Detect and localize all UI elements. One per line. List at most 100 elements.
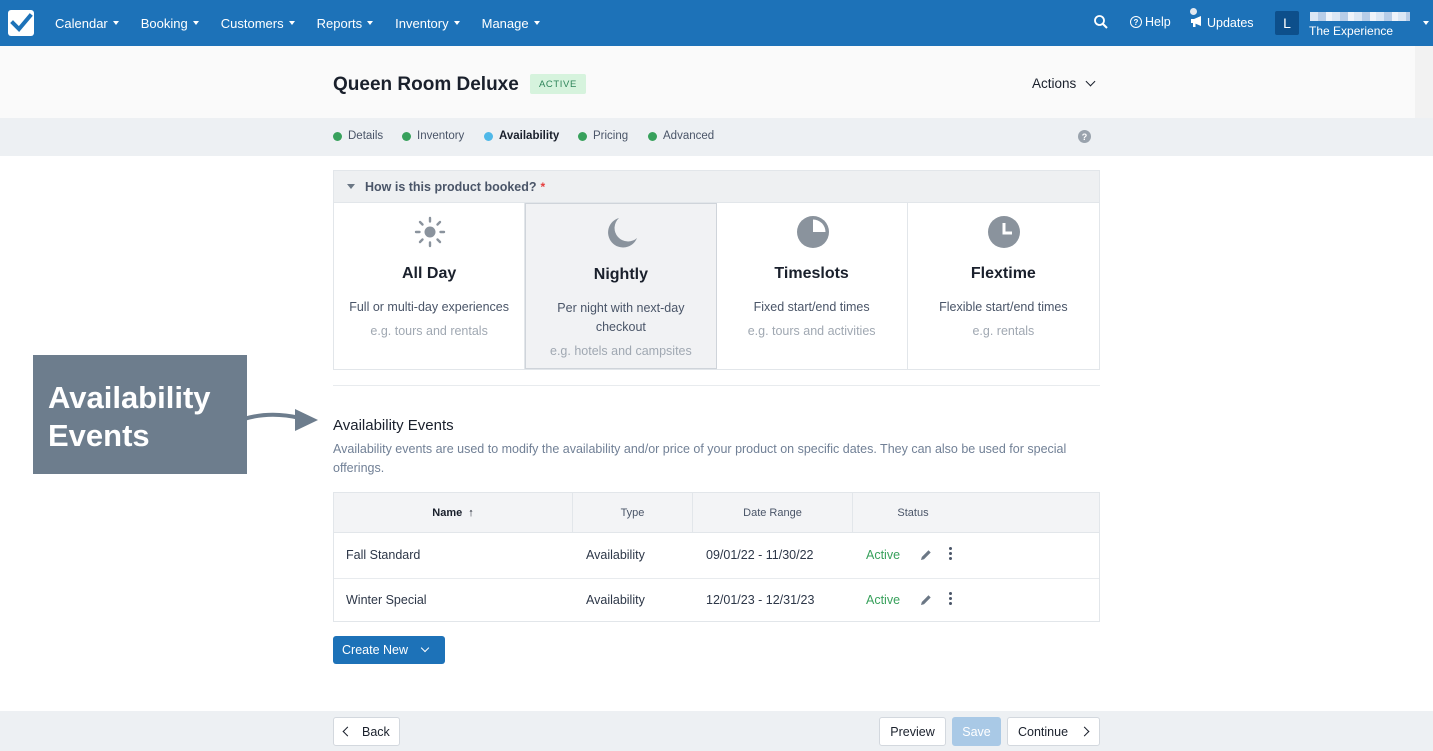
pie-timeslot-icon [796,215,830,249]
step-complete-dot [648,131,657,141]
option-title: Nightly [593,266,648,283]
app-logo-checkmark-icon[interactable] [8,10,34,36]
nav-reports[interactable]: Reports [306,16,385,31]
column-header-type[interactable]: Type [573,493,693,533]
chevron-down-icon [1085,76,1096,87]
row-name: Winter Special [346,593,427,607]
caret-down-icon [192,21,199,25]
more-vertical-icon[interactable] [948,547,954,562]
account-caret-down-icon[interactable] [1423,21,1429,25]
account-name[interactable]: The Experience [1309,24,1393,38]
chevron-left-icon [342,726,353,737]
row-name: Fall Standard [346,548,421,562]
caret-down-icon [533,21,540,25]
row-status: Active [866,548,901,562]
callout-line: Events [48,418,150,453]
help-question-icon[interactable]: ? [1078,130,1091,143]
nav-customers[interactable]: Customers [210,16,306,31]
status-badge: ACTIVE [530,74,586,94]
option-description: Per night with next-day checkout [557,301,685,334]
step-complete-dot [333,131,342,141]
table-row[interactable]: Winter Special Availability 12/01/23 - 1… [334,579,1099,624]
tab-inventory[interactable]: Inventory [402,130,464,142]
curved-arrow-icon [240,405,330,440]
option-example: e.g. tours and rentals [370,324,488,338]
tab-pricing[interactable]: Pricing [578,130,628,142]
megaphone-icon [1190,15,1204,31]
nav-calendar[interactable]: Calendar [44,16,130,31]
option-description: Flexible start/end times [939,300,1068,314]
table-header: Name ↑ Type Date Range Status [334,493,1099,533]
option-description: Fixed start/end times [753,300,870,314]
row-date-range: 09/01/22 - 11/30/22 [706,548,814,562]
chevron-down-icon [420,643,430,653]
section-title: Availability Events [333,417,454,434]
column-header-name[interactable]: Name ↑ [334,493,573,533]
step-tabs [0,118,1433,156]
booking-option-nightly[interactable]: Nightly Per night with next-day checkout… [525,203,717,369]
tab-availability[interactable]: Availability [484,130,559,142]
option-example: e.g. rentals [972,324,1035,338]
top-navbar: Calendar Booking Customers Reports Inven… [0,0,1433,46]
page-title: Queen Room Deluxe [333,74,519,95]
caret-down-icon [288,21,295,25]
row-date-range: 12/01/23 - 12/31/23 [706,593,815,607]
help-link[interactable]: ? Help [1130,15,1171,29]
nav-booking[interactable]: Booking [130,16,210,31]
account-email-redacted [1310,12,1410,21]
booking-option-all-day[interactable]: All Day Full or multi-day experiences e.… [334,203,526,369]
tab-details[interactable]: Details [333,130,383,142]
caret-down-icon [367,21,374,25]
nav-inventory[interactable]: Inventory [384,16,470,31]
chevron-right-icon [1079,726,1090,737]
question-circle-icon: ? [1130,16,1142,28]
preview-button[interactable]: Preview [879,717,946,746]
pencil-icon[interactable] [920,549,932,564]
footer-bar [0,711,1433,751]
avatar[interactable]: L [1275,11,1299,35]
updates-link[interactable]: Updates [1190,15,1254,31]
step-current-dot [484,131,493,141]
clock-icon [987,215,1021,249]
search-icon[interactable] [1093,14,1109,30]
annotation-callout: Availability Events [33,355,247,474]
caret-down-icon [453,21,460,25]
booking-option-timeslots[interactable]: Timeslots Fixed start/end times e.g. tou… [717,203,908,369]
booking-type-collapse-header[interactable]: How is this product booked? * [333,170,1100,202]
actions-dropdown-button[interactable]: Actions [1032,76,1096,91]
sort-ascending-icon: ↑ [468,507,474,519]
triangle-down-icon [347,184,355,189]
booking-type-options: All Day Full or multi-day experiences e.… [333,202,1100,370]
main-menu: Calendar Booking Customers Reports Inven… [44,0,551,46]
create-new-button[interactable]: Create New [333,636,445,664]
column-header-date-range[interactable]: Date Range [693,493,853,533]
table-row[interactable]: Fall Standard Availability 09/01/22 - 11… [334,534,1099,579]
more-vertical-icon[interactable] [948,592,954,607]
section-divider [333,385,1100,386]
option-example: e.g. tours and activities [747,324,876,338]
continue-button[interactable]: Continue [1007,717,1100,746]
option-title: Timeslots [774,265,849,282]
row-status: Active [866,593,901,607]
step-complete-dot [402,131,411,141]
updates-notification-dot [1190,8,1197,15]
save-button[interactable]: Save [952,717,1001,746]
booking-option-flextime[interactable]: Flextime Flexible start/end times e.g. r… [908,203,1099,369]
option-title: Flextime [970,265,1036,282]
nav-manage[interactable]: Manage [471,16,551,31]
section-description: Availability events are used to modify t… [333,442,1067,475]
back-button[interactable]: Back [333,717,400,746]
option-example: e.g. hotels and campsites [550,344,692,358]
caret-down-icon [112,21,119,25]
required-asterisk: * [540,179,546,194]
moon-icon [605,216,639,250]
column-header-status[interactable]: Status [853,493,973,533]
tab-advanced[interactable]: Advanced [648,130,714,142]
booking-question-label: How is this product booked? [365,179,537,194]
step-complete-dot [578,131,587,141]
availability-events-table: Name ↑ Type Date Range Status Fall Standa… [333,492,1100,622]
pencil-icon[interactable] [920,594,932,609]
sun-icon [413,215,447,249]
title-band [0,46,1433,118]
callout-line: Availability [48,380,211,415]
